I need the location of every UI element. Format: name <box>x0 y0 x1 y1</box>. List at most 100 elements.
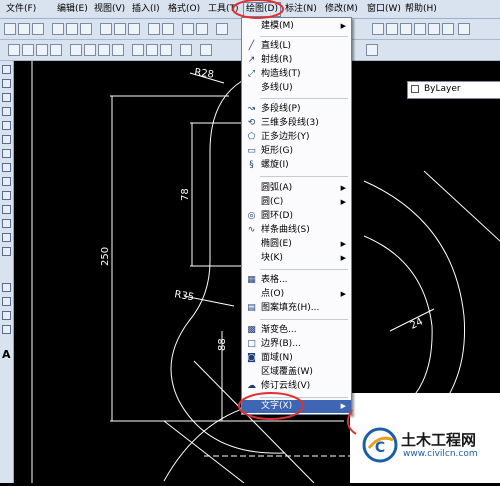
polygon-tool-icon[interactable] <box>2 107 11 116</box>
draw-menu-item-helix[interactable]: § 螺旋(I) <box>242 159 351 172</box>
submenu-arrow-icon: ▶ <box>340 198 346 206</box>
tolerance-icon[interactable] <box>180 44 192 56</box>
ellipse-arc-tool-icon[interactable] <box>2 205 11 214</box>
menu-tools[interactable]: 工具(T) <box>206 3 241 16</box>
menu-file[interactable]: 文件(F) <box>4 3 38 16</box>
draw-menu-item-region[interactable]: ◙ 面域(N) <box>242 352 351 365</box>
center-mark-icon[interactable] <box>200 44 212 56</box>
ellipse-tool-icon[interactable] <box>2 191 11 200</box>
3d-polyline-icon: ⟲ <box>247 118 256 128</box>
cut-icon[interactable] <box>100 23 112 35</box>
menu-insert[interactable]: 插入(I) <box>130 3 162 16</box>
calculator-icon[interactable] <box>442 23 454 35</box>
properties-icon[interactable] <box>372 23 384 35</box>
draw-menu-item-line[interactable]: ╱ 直线(L) <box>242 40 351 53</box>
draw-menu-item-circle[interactable]: 圆(C) ▶ <box>242 196 351 209</box>
quick-dim-icon[interactable] <box>132 44 144 56</box>
make-block-tool-icon[interactable] <box>2 233 11 242</box>
menu-edit[interactable]: 编辑(E) <box>55 3 90 16</box>
draw-menu-item-construction-line[interactable]: ⤢ 构造线(T) <box>242 68 351 81</box>
plot-preview-icon[interactable] <box>66 23 78 35</box>
linear-dim-icon[interactable] <box>8 44 20 56</box>
draw-menu-item-text[interactable]: 文字(X) ▶ <box>242 400 351 413</box>
menu-dimension[interactable]: 标注(N) <box>283 3 319 16</box>
menu-modify[interactable]: 修改(M) <box>323 3 360 16</box>
gradient-tool-icon[interactable] <box>2 297 11 306</box>
draw-menu-item-point[interactable]: 点(O) ▶ <box>242 288 351 301</box>
draw-menu-item-boundary[interactable]: □ 边界(B)... <box>242 338 351 351</box>
construction-line-tool-icon[interactable] <box>2 79 11 88</box>
draw-menu-item-3d-polyline[interactable]: ⟲ 三维多段线(3) <box>242 117 351 130</box>
draw-menu-item-spline[interactable]: ∿ 样条曲线(S) <box>242 224 351 237</box>
watermark-logo: C 土木工程网 www.civilcn.com <box>361 425 500 465</box>
markup-icon[interactable] <box>428 23 440 35</box>
circle-tool-icon[interactable] <box>2 149 11 158</box>
draw-menu-item-hatch[interactable]: ▤ 图案填充(H)... <box>242 302 351 315</box>
publish-icon[interactable] <box>80 23 92 35</box>
menu-format[interactable]: 格式(O) <box>166 3 202 16</box>
draw-menu-item-block[interactable]: 块(K) ▶ <box>242 252 351 265</box>
menu-separator <box>260 397 348 398</box>
hook-top-line <box>423 170 500 242</box>
help-icon[interactable] <box>458 23 470 35</box>
draw-menu-item-donut[interactable]: ◎ 圆环(D) <box>242 210 351 223</box>
draw-menu-item-multiline[interactable]: 多线(U) <box>242 82 351 95</box>
diameter-dim-icon[interactable] <box>98 44 110 56</box>
draw-menu-item-gradient[interactable]: ▩ 渐变色... <box>242 324 351 337</box>
table-tool-icon[interactable] <box>2 325 11 334</box>
sheet-set-icon[interactable] <box>414 23 426 35</box>
open-file-icon[interactable] <box>18 23 30 35</box>
draw-menu-item-polygon[interactable]: ⬠ 正多边形(Y) <box>242 131 351 144</box>
revcloud-tool-icon[interactable] <box>2 163 11 172</box>
menu-help[interactable]: 帮助(H) <box>403 3 439 16</box>
line-tool-icon[interactable] <box>2 65 11 74</box>
menu-window[interactable]: 窗口(W) <box>365 3 403 16</box>
paste-icon[interactable] <box>128 23 140 35</box>
radius-dim-icon[interactable] <box>70 44 82 56</box>
arc-tool-icon[interactable] <box>2 135 11 144</box>
design-center-icon[interactable] <box>386 23 398 35</box>
draw-menu-item-modeling[interactable]: 建模(M) ▶ <box>242 20 351 33</box>
mtext-tool-icon[interactable]: A <box>2 348 11 361</box>
submenu-arrow-icon: ▶ <box>340 240 346 248</box>
hatch-tool-icon[interactable] <box>2 283 11 292</box>
baseline-dim-icon[interactable] <box>146 44 158 56</box>
match-properties-icon[interactable] <box>148 23 160 35</box>
undo-icon[interactable] <box>182 23 194 35</box>
aligned-dim-icon[interactable] <box>22 44 34 56</box>
draw-menu-item-ellipse[interactable]: 椭圆(E) ▶ <box>242 238 351 251</box>
new-file-icon[interactable] <box>4 23 16 35</box>
point-tool-icon[interactable] <box>2 247 11 256</box>
menu-separator <box>260 269 348 270</box>
continue-dim-icon[interactable] <box>160 44 172 56</box>
angular-dim-icon[interactable] <box>112 44 124 56</box>
draw-menu-item-wipeout[interactable]: 区域覆盖(W) <box>242 366 351 379</box>
save-icon[interactable] <box>32 23 44 35</box>
jogged-dim-icon[interactable] <box>84 44 96 56</box>
region-tool-icon[interactable] <box>2 311 11 320</box>
draw-menu-item-table[interactable]: ▦ 表格... <box>242 274 351 287</box>
tool-palettes-icon[interactable] <box>400 23 412 35</box>
print-icon[interactable] <box>52 23 64 35</box>
menu-view[interactable]: 视图(V) <box>92 3 127 16</box>
submenu-arrow-icon: ▶ <box>340 402 346 410</box>
draw-menu-item-ray[interactable]: ↗ 射线(R) <box>242 54 351 67</box>
copy-icon[interactable] <box>114 23 126 35</box>
draw-menu-item-revcloud[interactable]: ☁ 修订云线(V) <box>242 380 351 393</box>
dim-text-r35: R35 <box>173 289 194 303</box>
insert-block-tool-icon[interactable] <box>2 219 11 228</box>
ordinate-icon[interactable] <box>50 44 62 56</box>
spline-tool-icon[interactable] <box>2 177 11 186</box>
draw-menu-item-polyline[interactable]: ↝ 多段线(P) <box>242 103 351 116</box>
pan-icon[interactable] <box>216 23 228 35</box>
draw-menu-item-arc[interactable]: 圆弧(A) ▶ <box>242 182 351 195</box>
block-editor-icon[interactable] <box>162 23 174 35</box>
dropdown-arrow-icon[interactable] <box>366 44 378 56</box>
arc-length-icon[interactable] <box>36 44 48 56</box>
rectangle-tool-icon[interactable] <box>2 121 11 130</box>
redo-icon[interactable] <box>196 23 208 35</box>
polyline-tool-icon[interactable] <box>2 93 11 102</box>
draw-menu-item-rectangle[interactable]: ▭ 矩形(G) <box>242 145 351 158</box>
menu-draw[interactable]: 绘图(D) <box>243 2 281 17</box>
draw-menu-dropdown: 建模(M) ▶ ╱ 直线(L) ↗ 射线(R) ⤢ 构造线(T) 多线(U) ↝ 多段线(… <box>241 17 352 415</box>
